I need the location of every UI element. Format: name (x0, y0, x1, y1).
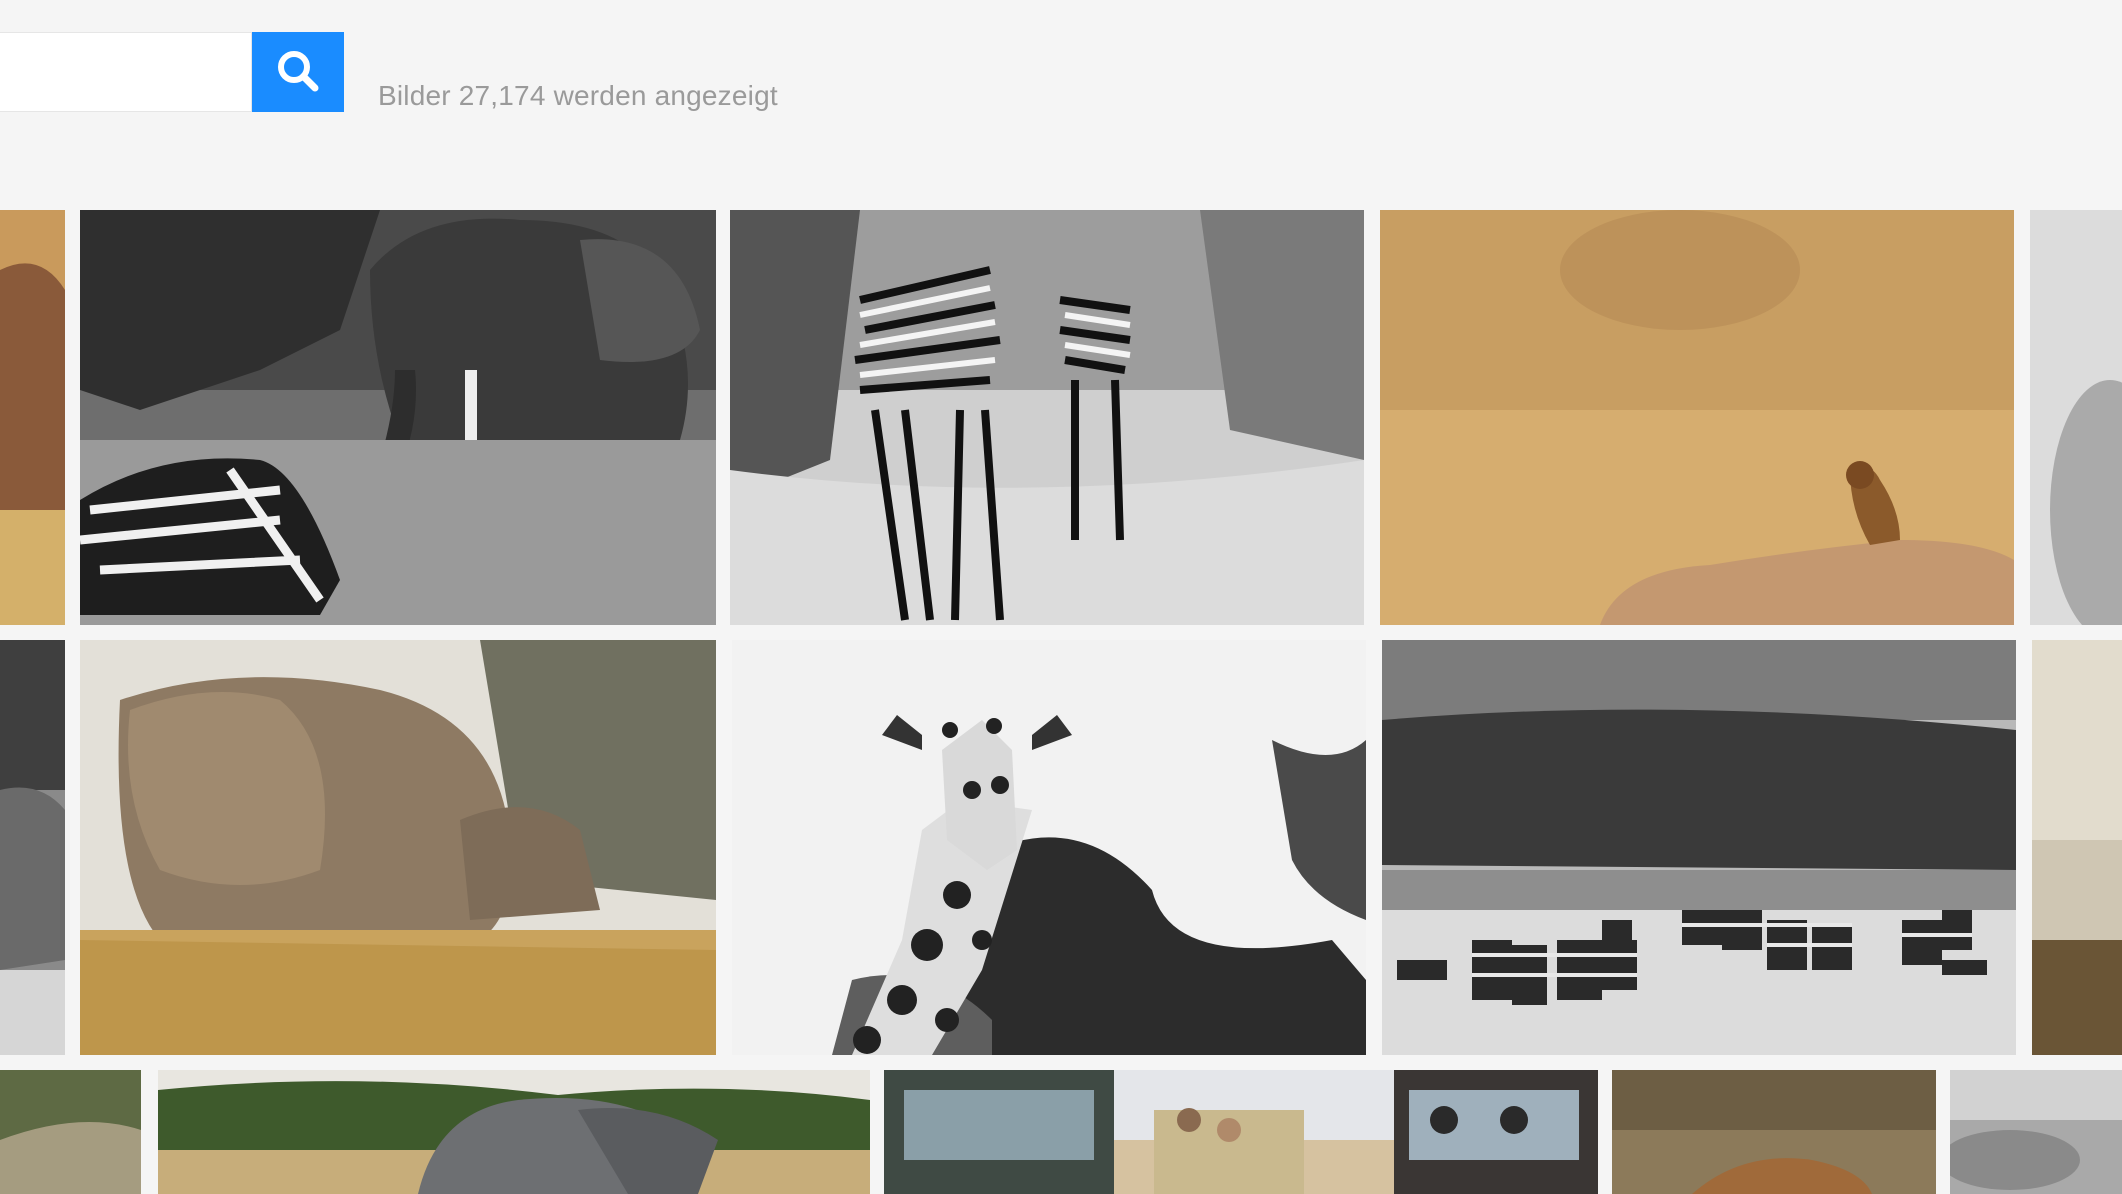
gallery-image-warthog[interactable] (0, 210, 65, 625)
result-count: Bilder 27,174 werden angezeigt (378, 80, 778, 111)
gallery-image-mongoose[interactable] (1380, 210, 2014, 625)
gallery-image-lion[interactable] (1612, 1070, 1936, 1194)
search-button[interactable] (252, 32, 344, 112)
gallery-image-elephant-savanna[interactable] (158, 1070, 870, 1194)
gallery-image-blurred-tree[interactable] (2030, 210, 2122, 625)
search-input[interactable] (0, 32, 252, 112)
gallery-image-elephant-zebra[interactable] (80, 210, 716, 625)
gallery-image-safari-jeeps[interactable] (884, 1070, 1598, 1194)
search-icon (275, 48, 321, 97)
gallery-image-elephant-grass[interactable] (80, 640, 716, 1055)
gallery-image-tree-edge[interactable] (0, 1070, 141, 1194)
gallery-image-savanna-edge[interactable] (2032, 640, 2122, 1055)
gallery-image-giraffe[interactable] (732, 640, 1366, 1055)
gallery-image-grey-edge[interactable] (1950, 1070, 2122, 1194)
gallery-image-elephants-edge[interactable] (0, 640, 65, 1055)
gallery-image-zebra-herd[interactable] (1382, 640, 2016, 1055)
gallery-image-zebras-road[interactable] (730, 210, 1364, 625)
